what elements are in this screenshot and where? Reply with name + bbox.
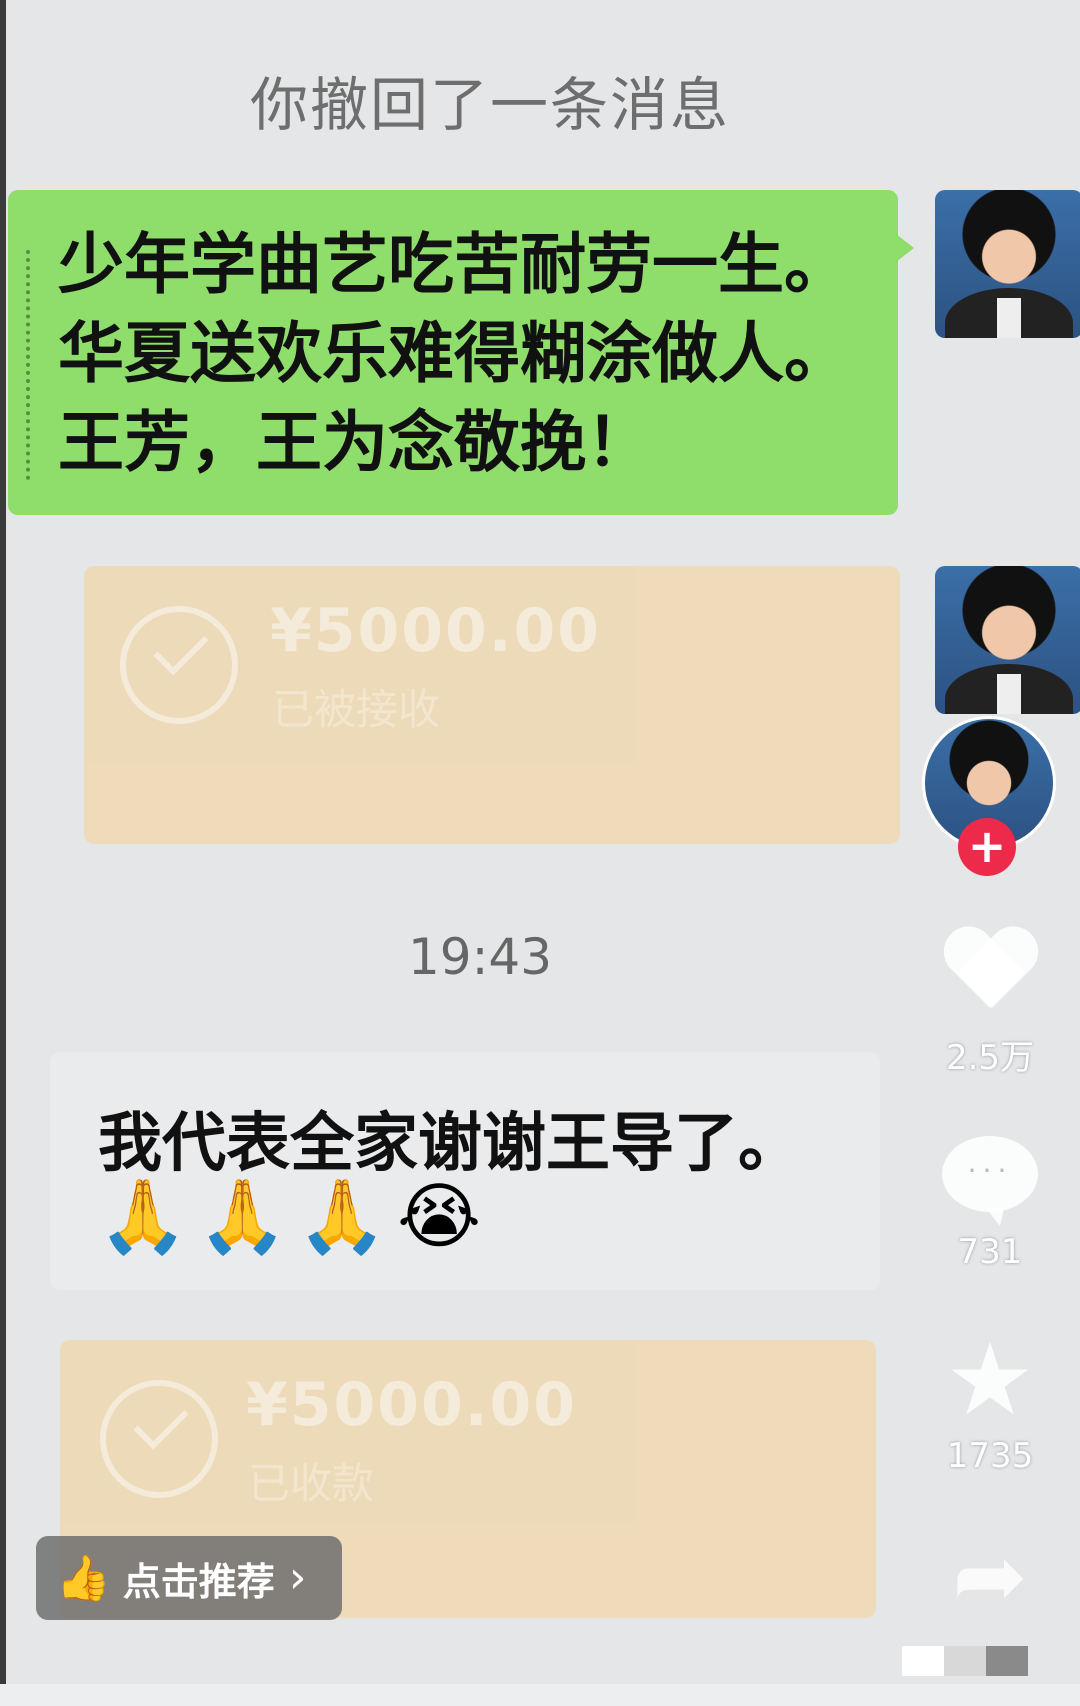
outgoing-message-text: 少年学曲艺吃苦耐劳一生。 华夏送欢乐难得糊涂做人。 王芳，王为念敬挽！ [58,220,850,487]
folded-hands-emoji: 🙏 [98,1174,188,1258]
avatar-shirt [997,298,1021,338]
comment-count: 731 [957,1232,1023,1272]
incoming-message-bubble[interactable]: 我代表全家谢谢王导了。 🙏 🙏 🙏 😭 [50,1052,880,1290]
crop-marks [26,250,36,480]
star-icon: ★ [945,1321,1035,1438]
outgoing-message-bubble[interactable]: 少年学曲艺吃苦耐劳一生。 华夏送欢乐难得糊涂做人。 王芳，王为念敬挽！ [8,190,914,515]
transfer-amount: ¥5000.00 [270,596,602,666]
chevron-right-icon: › [288,1552,307,1603]
watermark-blocks [902,1646,1028,1676]
emoji-row: 🙏 🙏 🙏 😭 [98,1174,481,1258]
message-line-2: 华夏送欢乐难得糊涂做人。 [58,315,850,392]
check-circle-icon [100,1380,218,1498]
block-dark [986,1646,1028,1676]
comment-action[interactable]: ··· 731 [930,1136,1050,1272]
message-line-3: 王芳，王为念敬挽！ [58,404,652,481]
chat-screen: 你撤回了一条消息 少年学曲艺吃苦耐劳一生。 华夏送欢乐难得糊涂做人。 王芳，王为… [0,0,1080,1706]
transfer-status: 已被接收 [272,685,441,734]
like-action[interactable]: 2.5万 [930,928,1050,1079]
block-light [902,1646,944,1676]
incoming-message-text: 我代表全家谢谢王导了。 [98,1107,802,1181]
share-icon: ➦ [952,1524,1028,1629]
sender-avatar-2[interactable] [935,566,1080,714]
crying-face-emoji: 😭 [396,1174,482,1258]
avatar-shirt [997,674,1021,714]
transfer-amount: ¥5000.00 [246,1370,578,1440]
folded-hands-emoji: 🙏 [297,1174,387,1258]
share-action[interactable]: ➦ [930,1532,1050,1622]
thumbs-up-icon: 👍 [56,1553,111,1604]
bottom-bar [0,1684,1080,1706]
favorite-count: 1735 [946,1436,1034,1476]
follow-plus-button[interactable]: + [958,818,1016,876]
check-circle-icon [120,606,238,724]
like-count: 2.5万 [945,1038,1035,1078]
chat-timestamp: 19:43 [407,928,553,986]
left-edge-divider [0,0,6,1706]
transfer-card-sent[interactable]: ¥5000.00 已被接收 [84,566,900,844]
sender-avatar[interactable] [935,190,1080,338]
message-line-1: 少年学曲艺吃苦耐劳一生。 [58,226,850,303]
folded-hands-emoji: 🙏 [197,1174,288,1258]
transfer-status: 已收款 [248,1459,375,1508]
recommend-button[interactable]: 👍 点击推荐 › [36,1536,342,1620]
recall-notice: 你撤回了一条消息 [250,71,731,139]
favorite-action[interactable]: ★ 1735 [930,1321,1050,1477]
comment-icon: ··· [942,1136,1038,1226]
heart-icon [942,928,1038,1024]
recommend-label: 点击推荐 [122,1559,275,1604]
block-mid [944,1646,986,1676]
